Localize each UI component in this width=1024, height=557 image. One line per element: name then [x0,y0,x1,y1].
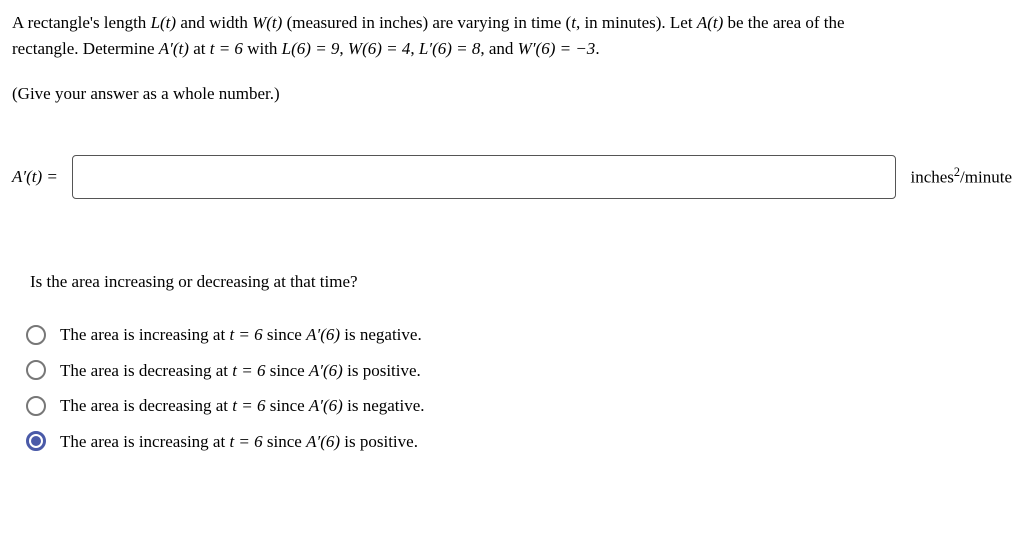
text: is positive. [343,361,421,380]
answer-var: A′(t) [12,167,42,186]
math-Wpeq: W′(6) = −3 [518,39,596,58]
text: The area is decreasing at [60,396,232,415]
text: A rectangle's length [12,13,151,32]
option-4[interactable]: The area is increasing at t = 6 since A′… [26,429,1012,455]
unit-base: inches [910,168,953,187]
sub-question: Is the area increasing or decreasing at … [30,269,1012,295]
text: (measured in inches) are varying in time… [282,13,571,32]
text: The area is increasing at [60,325,229,344]
text: is negative. [343,396,425,415]
math-L: L(t) [151,13,177,32]
answer-eq: = [42,167,58,186]
math-teq: t = 6 [229,432,262,451]
math-Weq: W(6) = 4 [348,39,410,58]
problem-statement: A rectangle's length L(t) and width W(t)… [12,10,1012,61]
text: , [410,39,419,58]
option-label: The area is decreasing at t = 6 since A′… [60,393,425,419]
math-ap: A′(6) [306,325,340,344]
text: be the area of the [723,13,844,32]
option-1[interactable]: The area is increasing at t = 6 since A′… [26,322,1012,348]
math-Lpeq: L′(6) = 8 [419,39,480,58]
radio-icon[interactable] [26,396,46,416]
text: The area is increasing at [60,432,229,451]
options-group: The area is increasing at t = 6 since A′… [26,322,1012,454]
math-Leq: L(6) = 9 [282,39,340,58]
answer-row: A′(t) = inches2/minute [12,155,1012,199]
option-label: The area is increasing at t = 6 since A′… [60,429,418,455]
answer-unit: inches2/minute [910,163,1012,190]
text: is negative. [340,325,422,344]
text: since [263,325,306,344]
math-ap: A′(6) [306,432,340,451]
math-ap: A′(6) [309,396,343,415]
math-teq: t = 6 [232,396,265,415]
text: , in minutes). Let [576,13,697,32]
text: rectangle. Determine [12,39,159,58]
answer-input[interactable] [72,155,897,199]
text: and width [176,13,252,32]
math-W: W(t) [252,13,282,32]
text: . [595,39,599,58]
text: , and [480,39,517,58]
math-teq: t = 6 [210,39,243,58]
math-ap: A′(6) [309,361,343,380]
math-Aprime: A′(t) [159,39,189,58]
text: at [189,39,210,58]
math-teq: t = 6 [232,361,265,380]
text: since [263,432,306,451]
text: is positive. [340,432,418,451]
radio-icon[interactable] [26,431,46,451]
option-2[interactable]: The area is decreasing at t = 6 since A′… [26,358,1012,384]
option-3[interactable]: The area is decreasing at t = 6 since A′… [26,393,1012,419]
unit-per: /minute [960,168,1012,187]
text: The area is decreasing at [60,361,232,380]
option-label: The area is decreasing at t = 6 since A′… [60,358,421,384]
radio-icon[interactable] [26,360,46,380]
answer-label: A′(t) = [12,164,58,190]
answer-instruction: (Give your answer as a whole number.) [12,81,1012,107]
math-A: A(t) [697,13,723,32]
text: since [265,361,308,380]
text: since [265,396,308,415]
option-label: The area is increasing at t = 6 since A′… [60,322,422,348]
math-teq: t = 6 [229,325,262,344]
text: , [339,39,348,58]
text: with [243,39,282,58]
radio-icon[interactable] [26,325,46,345]
